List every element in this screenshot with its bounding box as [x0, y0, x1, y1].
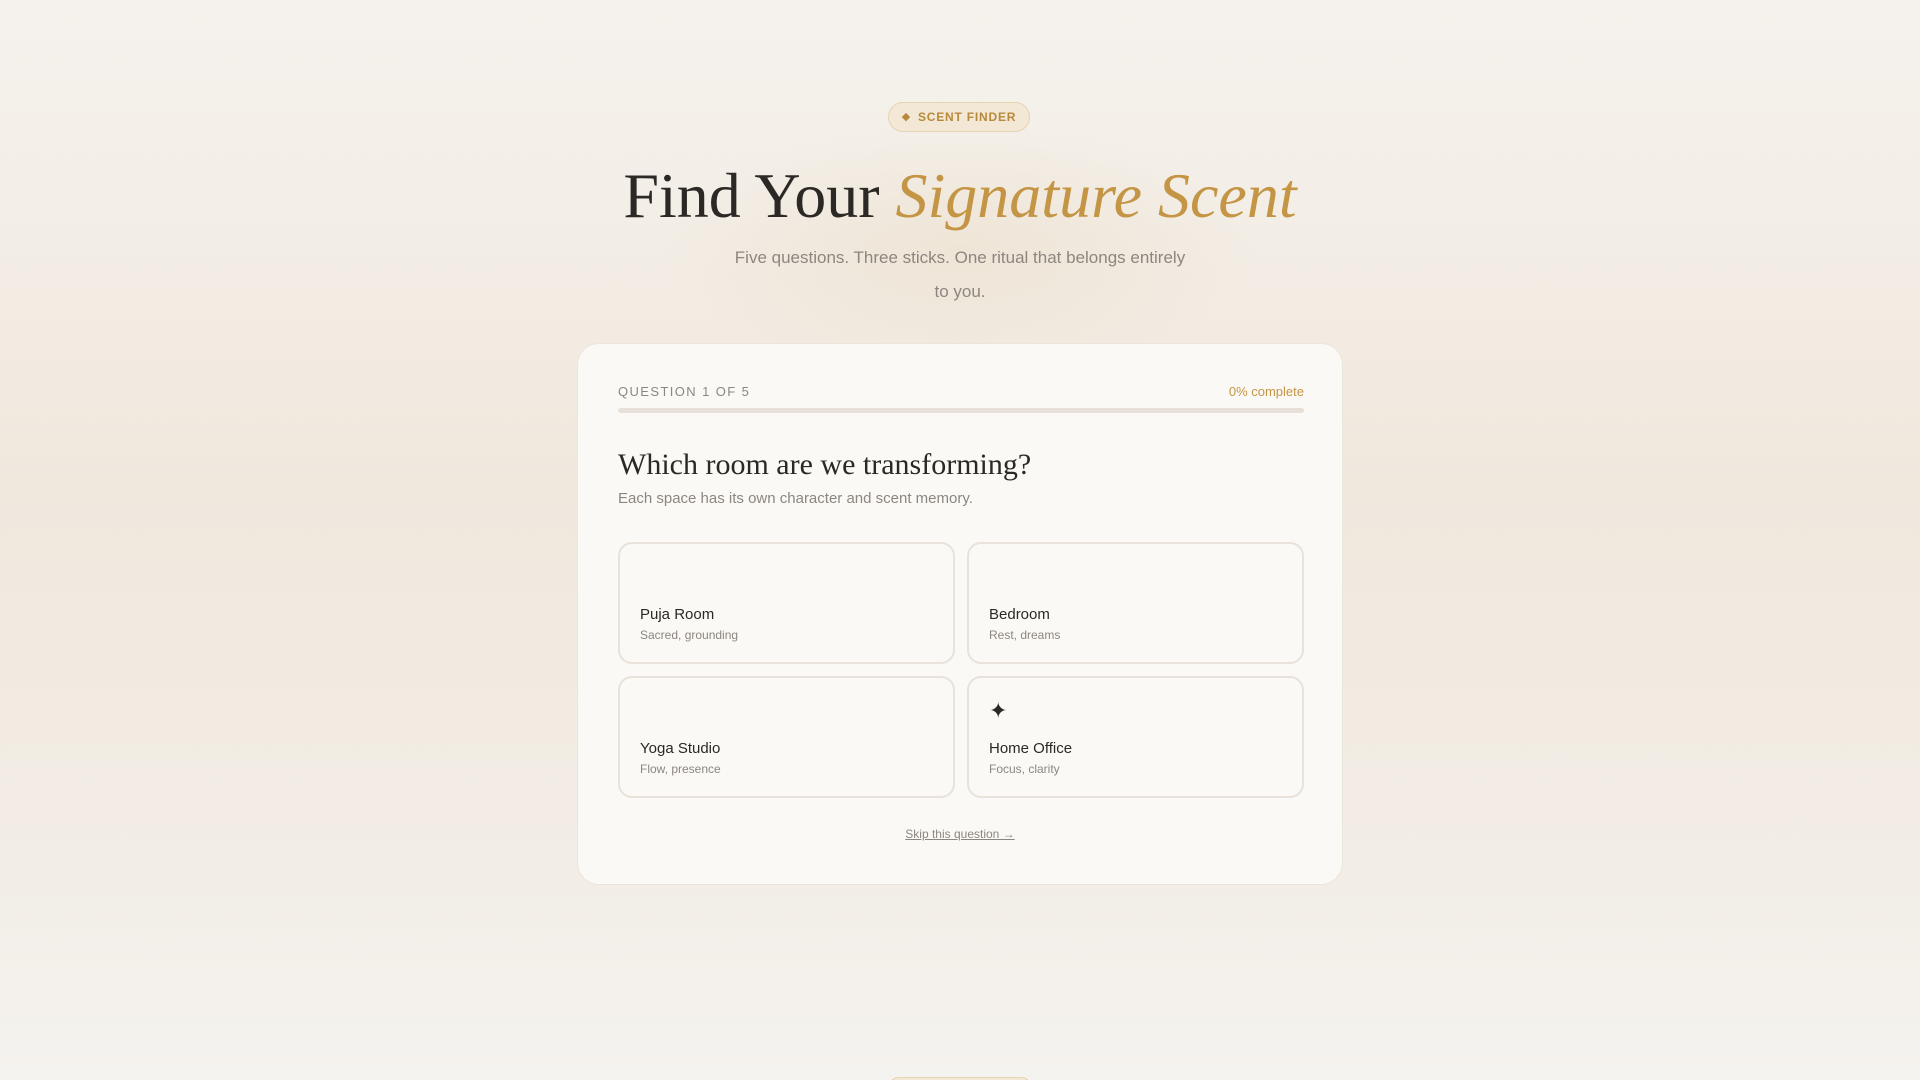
option-description: Rest, dreams: [989, 628, 1061, 642]
progress-header: QUESTION 1 OF 5 0% complete: [618, 384, 1304, 399]
sparkle-icon: ✦: [989, 698, 1008, 723]
scent-finder-badge: ◆ SCENT FINDER: [888, 102, 1030, 132]
diamond-icon: ◆: [901, 110, 911, 123]
question-title: Which room are we transforming?: [618, 448, 1032, 481]
title-accent: Signature Scent: [895, 160, 1297, 231]
skip-row: Skip this question →: [578, 827, 1342, 841]
option-title: Yoga Studio: [640, 740, 721, 757]
option-bedroom[interactable]: Bedroom Rest, dreams: [967, 542, 1304, 664]
option-yoga-studio[interactable]: Yoga Studio Flow, presence: [618, 676, 955, 798]
skip-question-link[interactable]: Skip this question →: [905, 827, 1014, 841]
question-counter: QUESTION 1 OF 5: [618, 384, 751, 399]
quiz-card: QUESTION 1 OF 5 0% complete Which room a…: [577, 343, 1343, 885]
question-hint: Each space has its own character and sce…: [618, 490, 973, 507]
option-puja-room[interactable]: Puja Room Sacred, grounding: [618, 542, 955, 664]
progress-percent: 0% complete: [1228, 384, 1304, 399]
option-title: Home Office: [989, 740, 1073, 757]
room-options: Puja Room Sacred, grounding Bedroom Rest…: [618, 542, 1304, 798]
page-subtitle: Five questions. Three sticks. One ritual…: [734, 248, 1186, 301]
option-title: Puja Room: [640, 606, 715, 623]
option-home-office[interactable]: ✦ Home Office Focus, clarity: [967, 676, 1304, 798]
title-plain: Find Your: [623, 160, 896, 231]
option-description: Flow, presence: [640, 762, 721, 776]
progress-bar: [618, 408, 1304, 413]
option-description: Sacred, grounding: [640, 628, 739, 642]
badge-label: SCENT FINDER: [917, 110, 1017, 124]
option-title: Bedroom: [989, 606, 1050, 623]
option-description: Focus, clarity: [989, 762, 1060, 776]
page-title: Find Your Signature Scent: [0, 158, 1920, 234]
